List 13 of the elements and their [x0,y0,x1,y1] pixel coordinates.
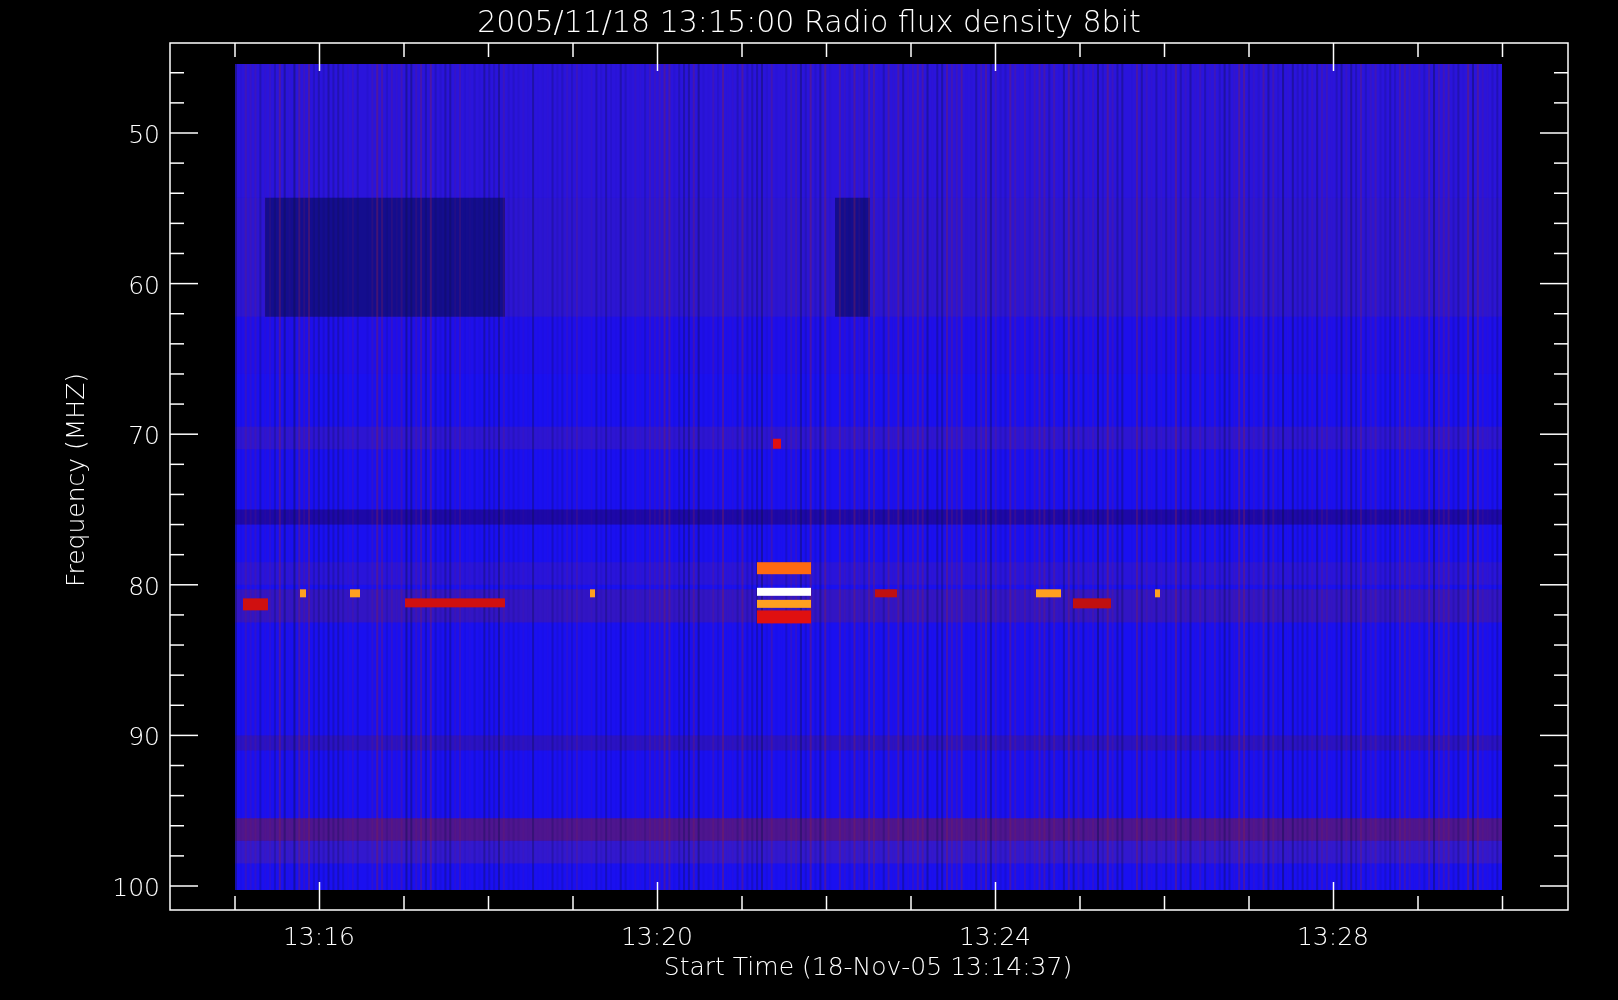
y-tick-label: 100 [112,873,160,902]
x-tick-label: 13:28 [1297,922,1369,951]
x-axis-label: Start Time (18-Nov-05 13:14:37) [663,952,1073,981]
y-tick-label: 50 [128,120,160,149]
y-tick-label: 80 [128,571,160,601]
x-tick-label: 13:20 [621,922,693,951]
x-tick-label: 13:16 [283,922,355,951]
chart-title: 2005/11/18 13:15:00 Radio flux density 8bit [477,4,1141,39]
x-tick-label: 13:24 [959,922,1031,951]
y-tick-label: 60 [128,270,160,300]
y-tick-label: 90 [128,722,160,752]
y-tick-label: 70 [128,421,160,451]
y-axis-label: Frequency (MHZ) [61,372,90,588]
